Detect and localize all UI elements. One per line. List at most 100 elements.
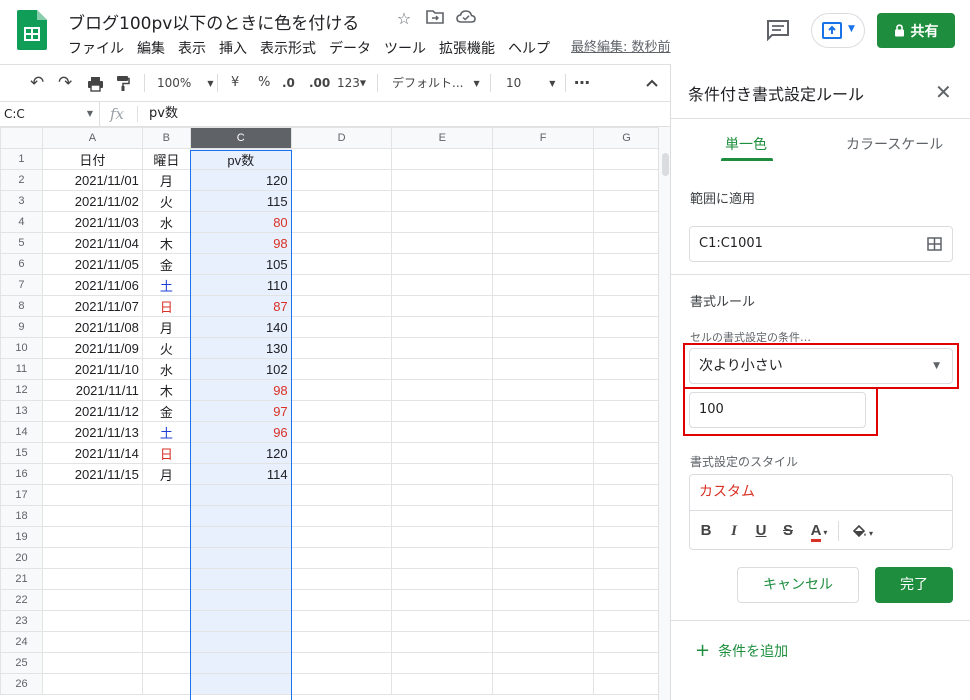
menu-view[interactable]: 表示	[178, 38, 206, 58]
tab-color-scale[interactable]: カラースケール	[846, 134, 943, 154]
zoom-select[interactable]: 100% ▼	[157, 65, 213, 101]
present-button[interactable]: ▼	[811, 13, 865, 48]
cell[interactable]	[391, 400, 494, 422]
cell[interactable]	[593, 316, 660, 338]
cell[interactable]	[41, 505, 143, 527]
font-family-select[interactable]: デフォルト... ▼	[392, 65, 480, 101]
row-header[interactable]: 15	[0, 442, 43, 464]
cell[interactable]	[492, 631, 595, 653]
undo-icon[interactable]: ↶	[30, 65, 44, 101]
row-header[interactable]: 18	[0, 505, 43, 527]
column-header-g[interactable]: G	[593, 127, 660, 149]
percent-format-button[interactable]: %	[258, 65, 270, 101]
cell[interactable]	[492, 316, 595, 338]
cell[interactable]	[593, 232, 660, 254]
collapse-menus-icon[interactable]	[646, 65, 658, 101]
cell[interactable]	[391, 652, 494, 674]
cell[interactable]	[391, 169, 494, 191]
cell[interactable]	[391, 526, 494, 548]
row-header[interactable]: 1	[0, 148, 43, 170]
row-header[interactable]: 8	[0, 295, 43, 317]
cell[interactable]: 105	[189, 253, 292, 275]
last-edit-link[interactable]: 最終編集: 数秒前	[571, 38, 671, 58]
cell[interactable]	[492, 148, 595, 170]
increase-decimal-button[interactable]: .00	[309, 65, 330, 101]
document-title[interactable]: ブログ100pv以下のときに色を付ける	[68, 9, 359, 34]
cell[interactable]	[189, 673, 292, 695]
underline-button[interactable]: U	[753, 519, 769, 543]
cell[interactable]	[492, 232, 595, 254]
row-header[interactable]: 16	[0, 463, 43, 485]
cell[interactable]: 120	[189, 169, 292, 191]
cell[interactable]	[290, 673, 393, 695]
cell[interactable]	[141, 505, 191, 527]
cell[interactable]: 土	[141, 421, 191, 443]
menu-help[interactable]: ヘルプ	[508, 38, 550, 58]
cell[interactable]	[391, 358, 494, 380]
cell[interactable]	[290, 547, 393, 569]
menu-tools[interactable]: ツール	[384, 38, 426, 58]
cell[interactable]	[290, 148, 393, 170]
cell[interactable]	[593, 631, 660, 653]
cell[interactable]	[391, 610, 494, 632]
cell[interactable]	[290, 190, 393, 212]
cell[interactable]	[41, 484, 143, 506]
cell[interactable]	[391, 463, 494, 485]
menu-data[interactable]: データ	[329, 38, 371, 58]
cell[interactable]: 月	[141, 463, 191, 485]
cell[interactable]	[593, 526, 660, 548]
cell[interactable]	[593, 358, 660, 380]
cell[interactable]	[290, 631, 393, 653]
row-header[interactable]: 19	[0, 526, 43, 548]
cell[interactable]	[593, 589, 660, 611]
font-size-select[interactable]: 10 ▼	[506, 65, 555, 101]
cell[interactable]	[492, 379, 595, 401]
cell[interactable]: 2021/11/10	[41, 358, 143, 380]
cell[interactable]: 114	[189, 463, 292, 485]
cell[interactable]	[492, 442, 595, 464]
menu-insert[interactable]: 挿入	[219, 38, 247, 58]
cell[interactable]: 日	[141, 295, 191, 317]
cell[interactable]	[492, 652, 595, 674]
row-header[interactable]: 21	[0, 568, 43, 590]
cell[interactable]: 2021/11/09	[41, 337, 143, 359]
cell[interactable]	[391, 253, 494, 275]
cell[interactable]	[290, 526, 393, 548]
cell[interactable]	[141, 484, 191, 506]
tab-single-color[interactable]: 単一色	[725, 134, 767, 154]
cell[interactable]: 火	[141, 337, 191, 359]
cell[interactable]	[290, 442, 393, 464]
cell[interactable]	[593, 652, 660, 674]
cell[interactable]	[290, 421, 393, 443]
cell[interactable]: 火	[141, 190, 191, 212]
row-header[interactable]: 2	[0, 169, 43, 191]
cell[interactable]	[391, 295, 494, 317]
sheets-logo-icon[interactable]	[17, 10, 47, 50]
cell[interactable]	[141, 652, 191, 674]
cell[interactable]	[391, 505, 494, 527]
cell[interactable]	[41, 547, 143, 569]
cell[interactable]	[290, 295, 393, 317]
menu-extensions[interactable]: 拡張機能	[439, 38, 495, 58]
cell[interactable]	[290, 211, 393, 233]
cell[interactable]	[290, 253, 393, 275]
cell[interactable]	[189, 631, 292, 653]
cell[interactable]	[593, 547, 660, 569]
cell[interactable]	[593, 211, 660, 233]
cell[interactable]	[391, 211, 494, 233]
decrease-decimal-button[interactable]: .0	[282, 65, 295, 101]
star-icon[interactable]: ☆	[394, 9, 414, 29]
cell[interactable]: 木	[141, 232, 191, 254]
bold-button[interactable]: B	[698, 519, 714, 543]
cell[interactable]	[189, 589, 292, 611]
currency-format-button[interactable]: ¥	[231, 65, 239, 101]
scrollbar-thumb[interactable]	[662, 153, 669, 176]
cell[interactable]	[593, 274, 660, 296]
cell[interactable]	[492, 568, 595, 590]
cell[interactable]	[492, 463, 595, 485]
strikethrough-button[interactable]: S	[780, 519, 796, 543]
cell[interactable]	[492, 673, 595, 695]
row-header[interactable]: 7	[0, 274, 43, 296]
cell[interactable]	[593, 190, 660, 212]
cell[interactable]: 2021/11/04	[41, 232, 143, 254]
